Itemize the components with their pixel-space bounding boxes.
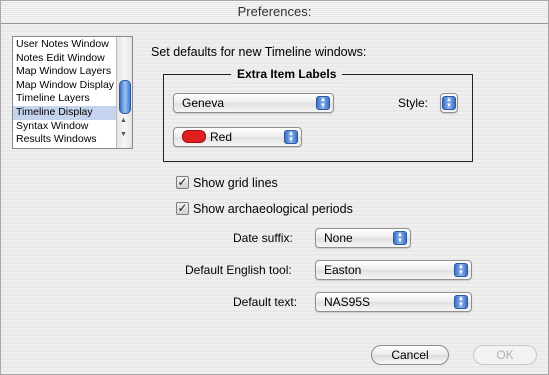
date-suffix-value: None: [324, 231, 353, 245]
list-item[interactable]: Timeline Layers: [13, 92, 117, 106]
scrollbar-thumb[interactable]: [119, 80, 131, 114]
list-item[interactable]: Results Windows: [13, 133, 117, 147]
color-popup-value: Red: [210, 130, 233, 144]
list-item[interactable]: Map Window Display: [13, 79, 117, 93]
red-color-swatch-icon: [182, 130, 206, 144]
category-items: User Notes Window Notes Edit Window Map …: [13, 38, 117, 147]
default-text-popup[interactable]: NAS95S ▲ ▼: [315, 292, 472, 312]
style-label: Style:: [398, 96, 429, 110]
list-item[interactable]: Map Window Layers: [13, 65, 117, 79]
window-title: Preferences:: [1, 1, 548, 24]
popup-arrows-icon: ▲ ▼: [284, 130, 298, 144]
popup-arrows-icon: ▲ ▼: [454, 263, 468, 277]
preferences-window: Preferences: User Notes Window Notes Edi…: [0, 0, 549, 375]
preferences-category-list[interactable]: User Notes Window Notes Edit Window Map …: [12, 36, 133, 149]
date-suffix-popup[interactable]: None ▲ ▼: [315, 228, 411, 248]
list-item[interactable]: User Notes Window: [13, 38, 117, 52]
scroll-up-arrow-icon[interactable]: ▲: [120, 117, 127, 124]
cancel-button[interactable]: Cancel: [371, 345, 449, 365]
english-tool-value: Easton: [324, 263, 362, 277]
extra-item-labels-group: [163, 74, 473, 162]
font-popup[interactable]: Geneva ▲ ▼: [173, 93, 334, 113]
show-grid-lines-checkbox[interactable]: ✓: [176, 176, 189, 189]
ok-button[interactable]: OK: [473, 345, 537, 365]
list-item[interactable]: Syntax Window: [13, 120, 117, 134]
font-popup-value: Geneva: [182, 96, 225, 110]
popup-arrows-icon: ▲ ▼: [442, 96, 456, 110]
list-item-selected[interactable]: Timeline Display: [13, 105, 117, 120]
list-item[interactable]: Notes Edit Window: [13, 52, 117, 66]
show-grid-lines-label: Show grid lines: [193, 176, 278, 190]
show-archaeological-periods-label: Show archaeological periods: [193, 202, 353, 216]
style-popup[interactable]: ▲ ▼: [440, 93, 458, 113]
english-tool-label: Default English tool:: [185, 263, 292, 277]
group-title: Extra Item Labels: [231, 67, 343, 81]
list-scrollbar[interactable]: ▲ ▼: [116, 37, 132, 148]
date-suffix-label: Date suffix:: [233, 231, 293, 245]
default-text-value: NAS95S: [324, 295, 371, 309]
popup-arrows-icon: ▲ ▼: [454, 295, 468, 309]
section-heading: Set defaults for new Timeline windows:: [151, 45, 367, 59]
popup-arrows-icon: ▲ ▼: [316, 96, 330, 110]
english-tool-popup[interactable]: Easton ▲ ▼: [315, 260, 472, 280]
popup-arrows-icon: ▲ ▼: [393, 231, 407, 245]
default-text-label: Default text:: [233, 295, 298, 309]
scroll-down-arrow-icon[interactable]: ▼: [120, 131, 127, 138]
show-archaeological-periods-checkbox[interactable]: ✓: [176, 202, 189, 215]
color-popup[interactable]: Red ▲ ▼: [173, 127, 302, 147]
